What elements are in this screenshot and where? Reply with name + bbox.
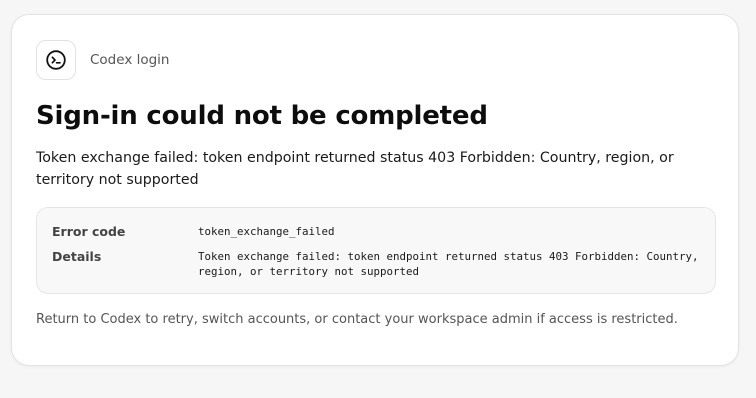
- error-details-label: Details: [52, 249, 102, 264]
- app-name-label: Codex login: [90, 52, 170, 68]
- error-details-row: Details Token exchange failed: token end…: [52, 249, 701, 279]
- terminal-icon: [36, 40, 76, 80]
- footer-help-text: Return to Codex to retry, switch account…: [36, 312, 678, 327]
- error-details-panel: Error code token_exchange_failed Details…: [36, 207, 716, 294]
- error-message: Token exchange failed: token endpoint re…: [36, 150, 674, 188]
- login-error-card: Codex login Sign-in could not be complet…: [11, 14, 739, 366]
- error-code-label: Error code: [52, 224, 126, 239]
- error-code-row: Error code token_exchange_failed: [52, 224, 701, 239]
- error-details-value: Token exchange failed: token endpoint re…: [198, 250, 699, 278]
- brand-header: Codex login: [36, 40, 170, 80]
- error-code-value: token_exchange_failed: [198, 225, 335, 238]
- page-title: Sign-in could not be completed: [36, 101, 488, 131]
